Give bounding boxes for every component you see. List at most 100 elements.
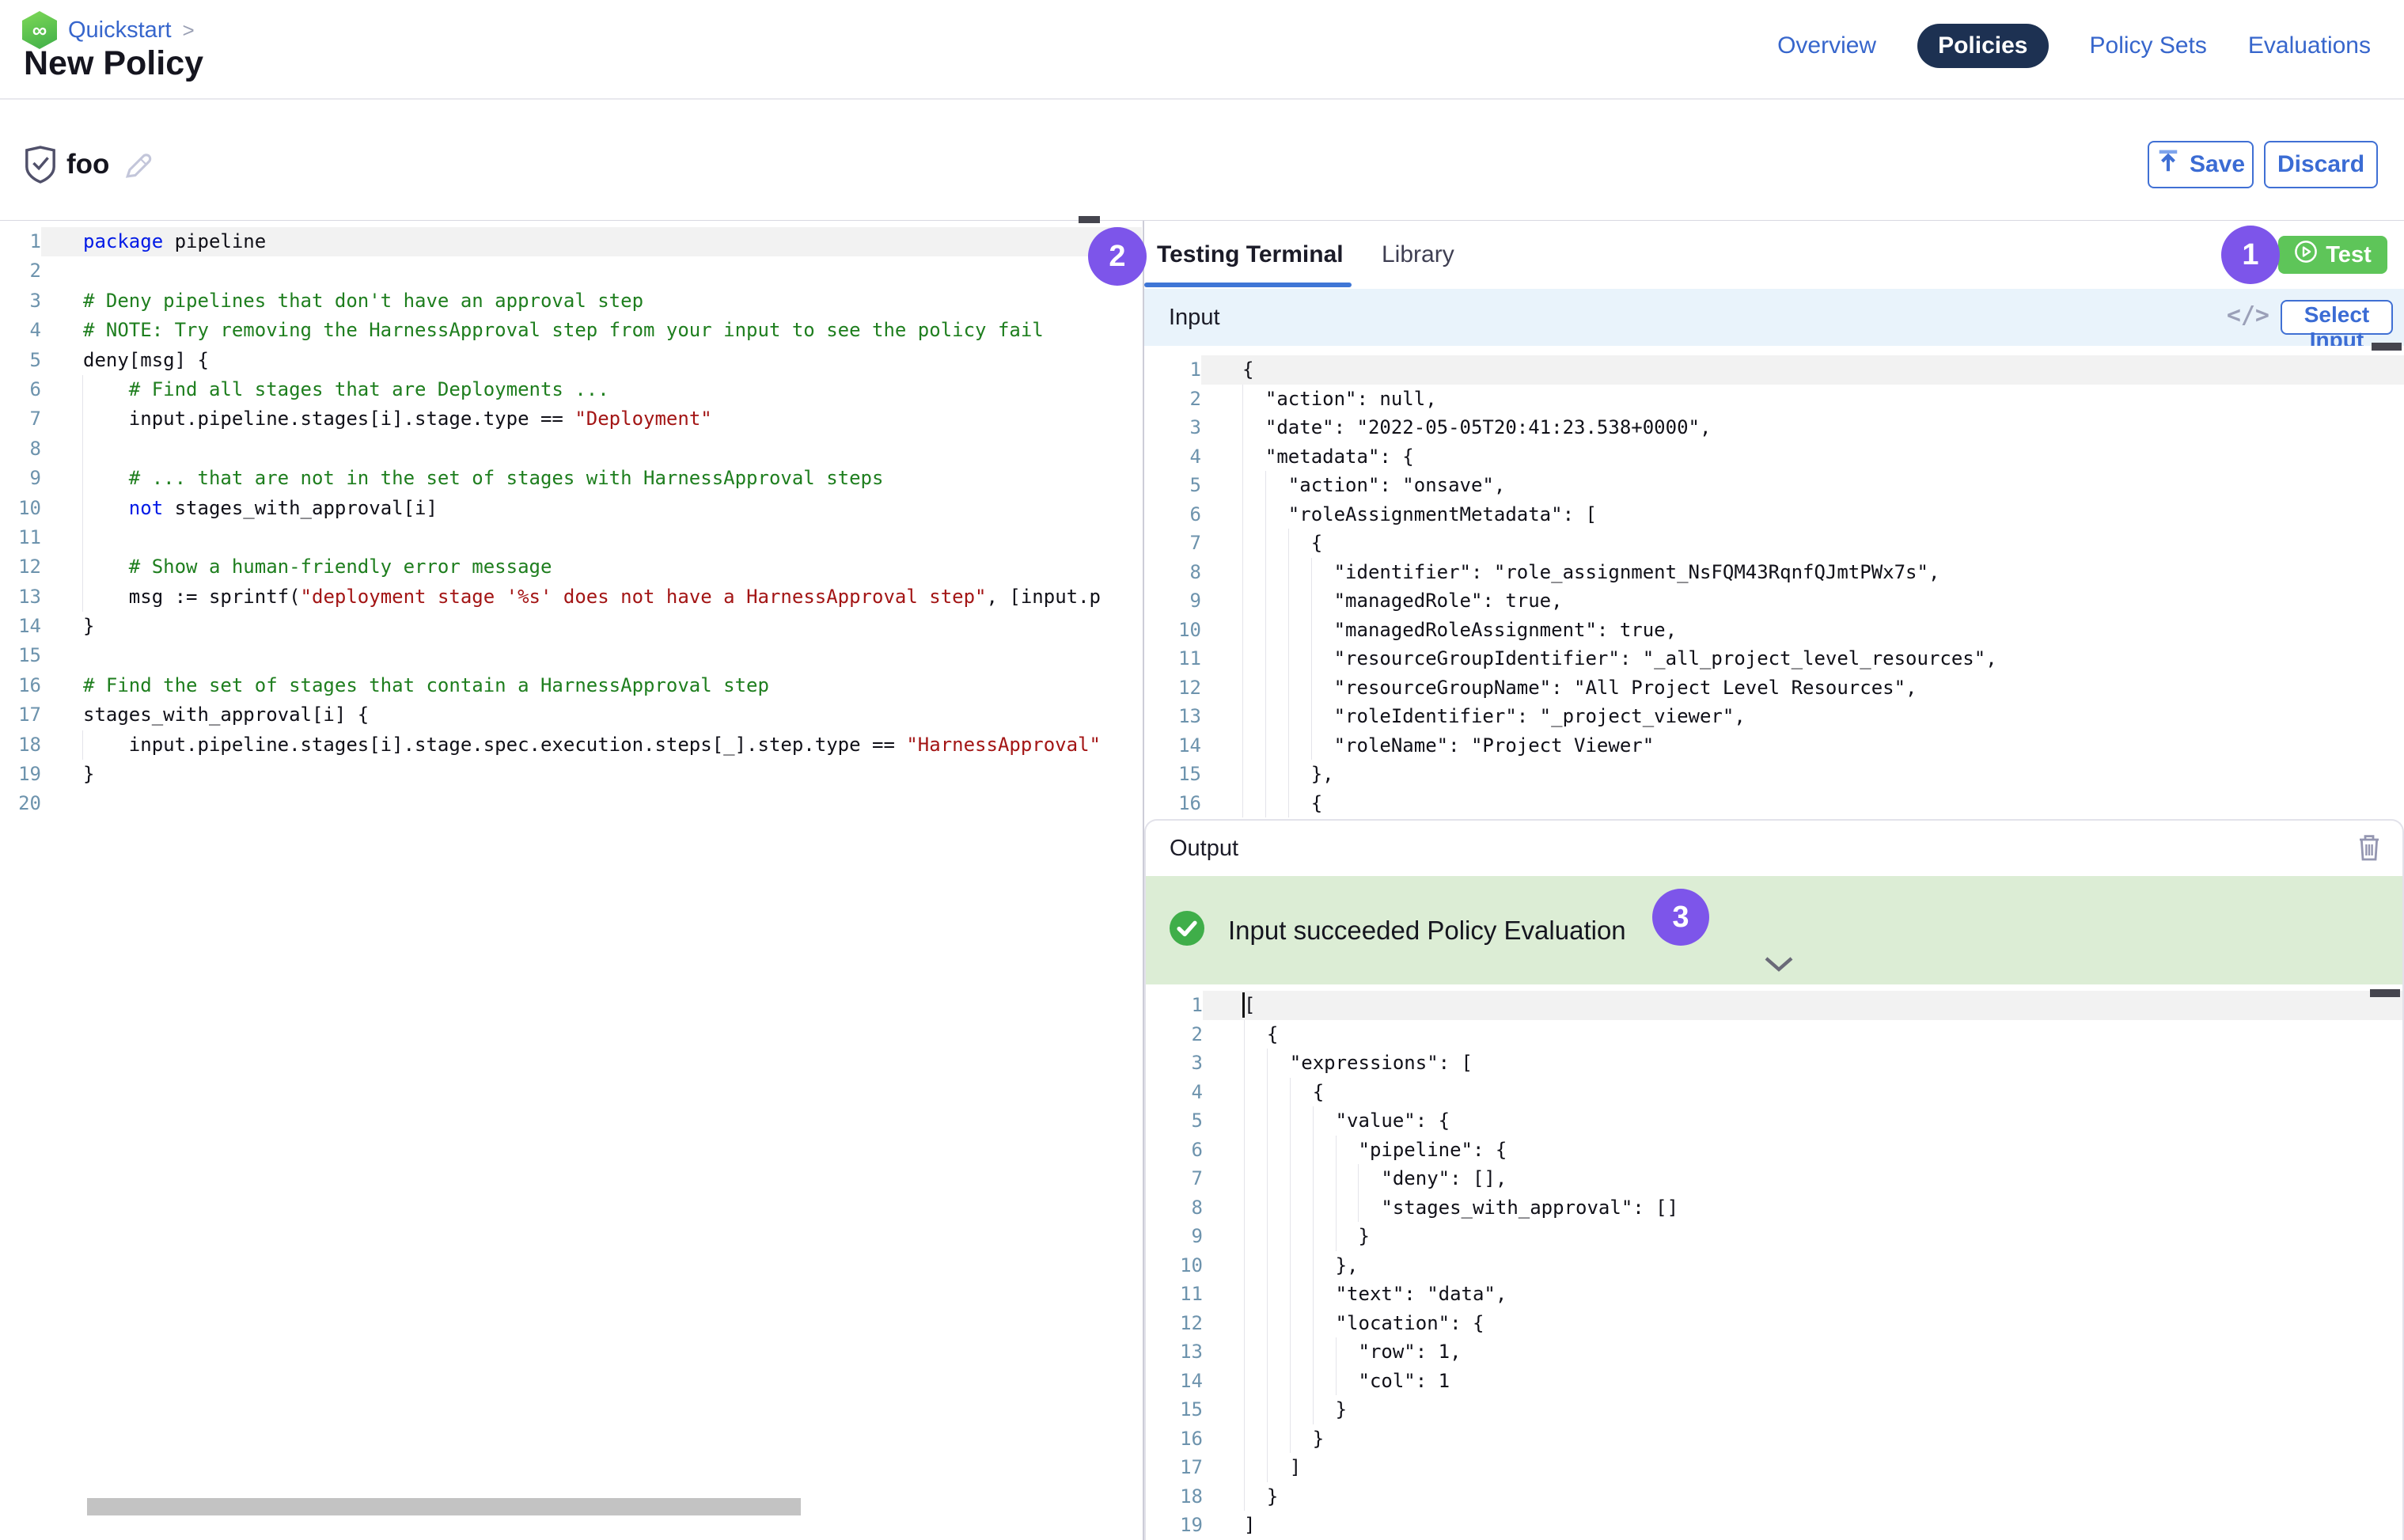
code-line[interactable]: 16# Find the set of stages that contain … xyxy=(0,671,1142,700)
code-line[interactable]: 1[ xyxy=(1146,991,2402,1020)
code-line[interactable]: 15 }, xyxy=(1144,760,2404,789)
code-line[interactable]: 4 "metadata": { xyxy=(1144,442,2404,472)
code-line[interactable]: 3 "expressions": [ xyxy=(1146,1049,2402,1078)
indent-guide xyxy=(1242,760,1243,789)
code-line[interactable]: 13 "row": 1, xyxy=(1146,1337,2402,1367)
policy-name: foo xyxy=(66,149,109,180)
code-line[interactable]: 1package pipeline xyxy=(0,227,1142,256)
code-line[interactable]: 7 "deny": [], xyxy=(1146,1164,2402,1193)
code-line[interactable]: 14 "col": 1 xyxy=(1146,1367,2402,1396)
code-line[interactable]: 11 xyxy=(0,523,1142,552)
save-button[interactable]: Save xyxy=(2148,141,2254,188)
output-json-editor[interactable]: 1[2 {3 "expressions": [4 {5 "value": {6 … xyxy=(1146,984,2402,1538)
indent-guide xyxy=(1242,789,1243,818)
code-line[interactable]: 12 "location": { xyxy=(1146,1309,2402,1338)
code-line[interactable]: 6 "roleAssignmentMetadata": [ xyxy=(1144,500,2404,529)
code-line[interactable]: 5 "value": { xyxy=(1146,1106,2402,1136)
line-number: 12 xyxy=(1144,673,1201,703)
code-line[interactable]: 4 { xyxy=(1146,1078,2402,1107)
code-line[interactable]: 19} xyxy=(0,760,1142,789)
code-line[interactable]: 15 xyxy=(0,641,1142,670)
input-scrollbar-marker[interactable] xyxy=(2372,343,2402,351)
tab-library[interactable]: Library xyxy=(1382,241,1454,268)
line-number: 8 xyxy=(1146,1193,1203,1223)
line-number: 13 xyxy=(0,582,41,612)
indent-guide xyxy=(1267,1106,1268,1136)
indent-guide xyxy=(1242,731,1243,761)
code-line[interactable]: 3# Deny pipelines that don't have an app… xyxy=(0,286,1142,316)
select-input-button[interactable]: Select Input xyxy=(2281,300,2393,335)
indent-guide xyxy=(1265,673,1266,703)
code-line[interactable]: 2 "action": null, xyxy=(1144,385,2404,414)
nav-evaluations[interactable]: Evaluations xyxy=(2248,32,2371,59)
discard-button[interactable]: Discard xyxy=(2264,141,2378,188)
nav-policy-sets[interactable]: Policy Sets xyxy=(2090,32,2207,59)
breadcrumb: ∞ Quickstart > xyxy=(22,11,195,49)
line-number: 8 xyxy=(0,434,41,464)
code-line[interactable]: 3 "date": "2022-05-05T20:41:23.538+0000"… xyxy=(1144,413,2404,442)
code-line[interactable]: 8 xyxy=(0,434,1142,464)
tab-testing-terminal[interactable]: Testing Terminal xyxy=(1157,241,1344,268)
code-line[interactable]: 17 ] xyxy=(1146,1453,2402,1482)
code-line[interactable]: 14} xyxy=(0,612,1142,641)
edit-pencil-icon[interactable] xyxy=(120,149,155,188)
code-line[interactable]: 14 "roleName": "Project Viewer" xyxy=(1144,731,2404,761)
code-line[interactable]: 5 "action": "onsave", xyxy=(1144,471,2404,500)
code-line[interactable]: 16 { xyxy=(1144,789,2404,818)
code-line[interactable]: 10 not stages_with_approval[i] xyxy=(0,494,1142,523)
indent-guide xyxy=(1242,385,1243,414)
code-line[interactable]: 8 "identifier": "role_assignment_NsFQM43… xyxy=(1144,558,2404,587)
nav-overview[interactable]: Overview xyxy=(1777,32,1876,59)
output-scrollbar-marker[interactable] xyxy=(2370,989,2400,997)
breadcrumb-link-quickstart[interactable]: Quickstart xyxy=(68,17,172,44)
policy-code-editor[interactable]: 1package pipeline23# Deny pipelines that… xyxy=(0,221,1142,1540)
code-line[interactable]: 4# NOTE: Try removing the HarnessApprova… xyxy=(0,316,1142,345)
code-line[interactable]: 15 } xyxy=(1146,1395,2402,1424)
code-line[interactable]: 11 "text": "data", xyxy=(1146,1280,2402,1309)
editor-horizontal-scrollbar[interactable] xyxy=(87,1498,801,1515)
code-line[interactable]: 2 xyxy=(0,256,1142,286)
code-line[interactable]: 5deny[msg] { xyxy=(0,346,1142,375)
shield-check-icon xyxy=(24,146,57,188)
code-line[interactable]: 9 # ... that are not in the set of stage… xyxy=(0,464,1142,493)
code-line[interactable]: 13 "roleIdentifier": "_project_viewer", xyxy=(1144,702,2404,731)
chevron-down-icon[interactable] xyxy=(1763,955,1795,977)
trash-icon[interactable] xyxy=(2357,833,2382,869)
line-number: 16 xyxy=(1144,789,1201,818)
code-line[interactable]: 9 "managedRole": true, xyxy=(1144,586,2404,616)
indent-guide xyxy=(82,375,83,404)
code-line[interactable]: 1{ xyxy=(1144,355,2404,385)
indent-guide xyxy=(1311,586,1312,616)
indent-guide xyxy=(1288,731,1289,761)
check-circle-icon xyxy=(1168,909,1206,951)
code-line[interactable]: 6 "pipeline": { xyxy=(1146,1136,2402,1165)
code-line[interactable]: 18 input.pipeline.stages[i].stage.spec.e… xyxy=(0,730,1142,760)
code-line[interactable]: 10 "managedRoleAssignment": true, xyxy=(1144,616,2404,645)
code-line[interactable]: 17stages_with_approval[i] { xyxy=(0,700,1142,730)
input-json-editor[interactable]: 1{2 "action": null,3 "date": "2022-05-05… xyxy=(1144,346,2404,819)
code-line[interactable]: 20 xyxy=(0,789,1142,818)
code-line[interactable]: 8 "stages_with_approval": [] xyxy=(1146,1193,2402,1223)
code-line[interactable]: 12 # Show a human-friendly error message xyxy=(0,552,1142,582)
line-number: 1 xyxy=(1146,991,1203,1020)
indent-guide xyxy=(1290,1424,1291,1454)
code-line[interactable]: 9 } xyxy=(1146,1222,2402,1251)
play-icon xyxy=(2294,240,2318,270)
code-line[interactable]: 7 { xyxy=(1144,529,2404,558)
code-line[interactable]: 16 } xyxy=(1146,1424,2402,1454)
code-line[interactable]: 10 }, xyxy=(1146,1251,2402,1280)
code-line[interactable]: 11 "resourceGroupIdentifier": "_all_proj… xyxy=(1144,644,2404,673)
code-line[interactable]: 18 } xyxy=(1146,1482,2402,1512)
test-button[interactable]: Test xyxy=(2278,236,2387,274)
line-number: 14 xyxy=(0,612,41,641)
code-line[interactable]: 19] xyxy=(1146,1511,2402,1538)
code-line[interactable]: 12 "resourceGroupName": "All Project Lev… xyxy=(1144,673,2404,703)
code-line[interactable]: 2 { xyxy=(1146,1020,2402,1049)
code-line[interactable]: 6 # Find all stages that are Deployments… xyxy=(0,375,1142,404)
code-line[interactable]: 7 input.pipeline.stages[i].stage.type ==… xyxy=(0,404,1142,434)
indent-guide xyxy=(1265,731,1266,761)
line-number: 7 xyxy=(1144,529,1201,558)
nav-policies[interactable]: Policies xyxy=(1917,24,2048,68)
code-brackets-icon[interactable]: </> xyxy=(2227,302,2269,329)
code-line[interactable]: 13 msg := sprintf("deployment stage '%s'… xyxy=(0,582,1142,612)
